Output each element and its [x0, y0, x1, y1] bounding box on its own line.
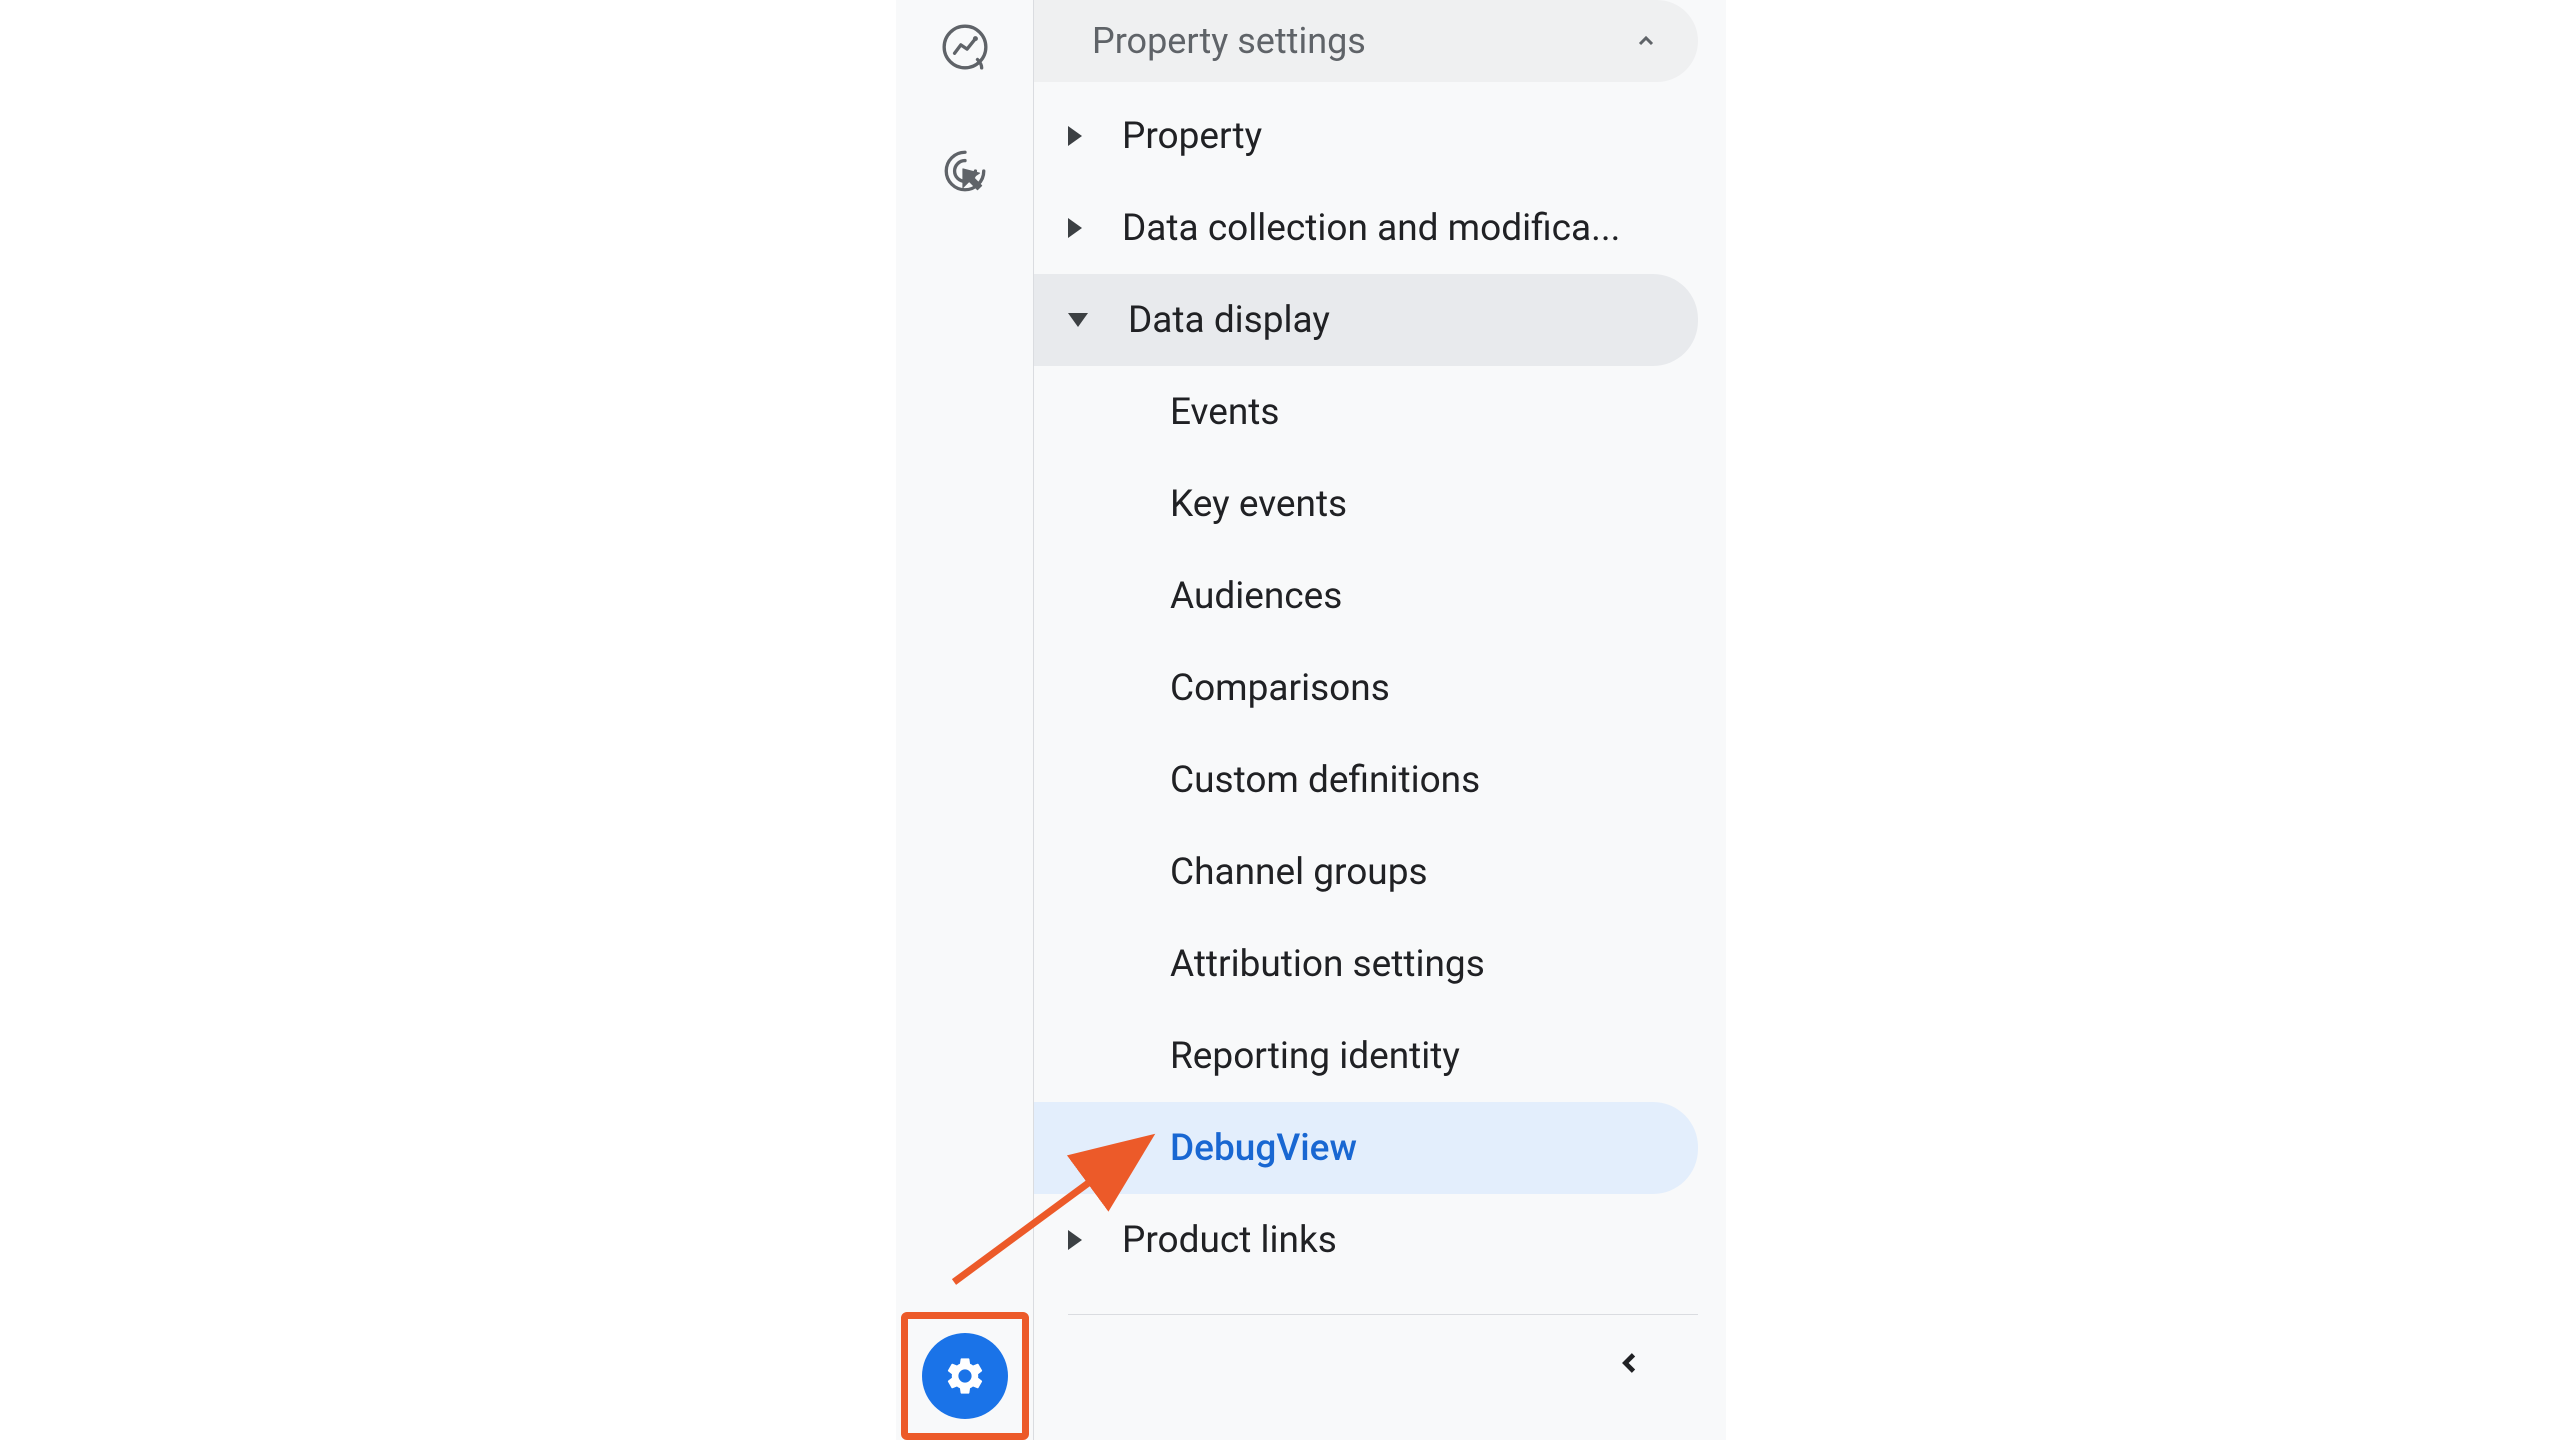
triangle-down-icon — [1068, 313, 1088, 327]
collapse-footer — [1034, 1315, 1698, 1381]
collapse-panel-button[interactable] — [1616, 1349, 1648, 1381]
sub-label: Key events — [1170, 483, 1347, 526]
sub-item-events[interactable]: Events — [1034, 366, 1698, 458]
sub-label: Channel groups — [1170, 851, 1428, 894]
sub-item-custom-definitions[interactable]: Custom definitions — [1034, 734, 1698, 826]
chevron-up-icon — [1634, 29, 1658, 53]
gear-icon — [922, 1333, 1008, 1419]
nav-item-property[interactable]: Property — [1034, 90, 1698, 182]
target-click-icon[interactable] — [938, 144, 992, 198]
nav-label: Product links — [1122, 1219, 1337, 1262]
nav-label: Property — [1122, 115, 1262, 158]
sub-item-attribution-settings[interactable]: Attribution settings — [1034, 918, 1698, 1010]
sub-label: Comparisons — [1170, 667, 1390, 710]
sub-item-reporting-identity[interactable]: Reporting identity — [1034, 1010, 1698, 1102]
sub-item-comparisons[interactable]: Comparisons — [1034, 642, 1698, 734]
triangle-right-icon — [1068, 126, 1082, 146]
nav-item-product-links[interactable]: Product links — [1034, 1194, 1698, 1286]
explore-icon[interactable] — [938, 20, 992, 74]
sub-item-channel-groups[interactable]: Channel groups — [1034, 826, 1698, 918]
nav-item-data-display[interactable]: Data display — [1034, 274, 1698, 366]
property-settings-header[interactable]: Property settings — [1034, 0, 1698, 82]
property-settings-nav: Property settings Property Data collecti… — [1034, 0, 1726, 1440]
icon-rail — [896, 0, 1034, 1440]
sub-label: Events — [1170, 391, 1280, 434]
sub-label: Attribution settings — [1170, 943, 1485, 986]
sub-label: Audiences — [1170, 575, 1342, 618]
settings-navigation-panel: Property settings Property Data collecti… — [896, 0, 1726, 1440]
nav-label: Data collection and modifica... — [1122, 207, 1620, 250]
section-header-label: Property settings — [1092, 20, 1634, 62]
triangle-right-icon — [1068, 1230, 1082, 1250]
sub-label: Custom definitions — [1170, 759, 1480, 802]
triangle-right-icon — [1068, 218, 1082, 238]
sub-item-key-events[interactable]: Key events — [1034, 458, 1698, 550]
admin-settings-button[interactable] — [901, 1312, 1029, 1440]
sub-item-debugview[interactable]: DebugView — [1034, 1102, 1698, 1194]
nav-item-data-collection[interactable]: Data collection and modifica... — [1034, 182, 1698, 274]
sub-label: Reporting identity — [1170, 1035, 1460, 1078]
sub-item-audiences[interactable]: Audiences — [1034, 550, 1698, 642]
nav-label: Data display — [1128, 299, 1330, 342]
sub-label: DebugView — [1170, 1127, 1357, 1170]
